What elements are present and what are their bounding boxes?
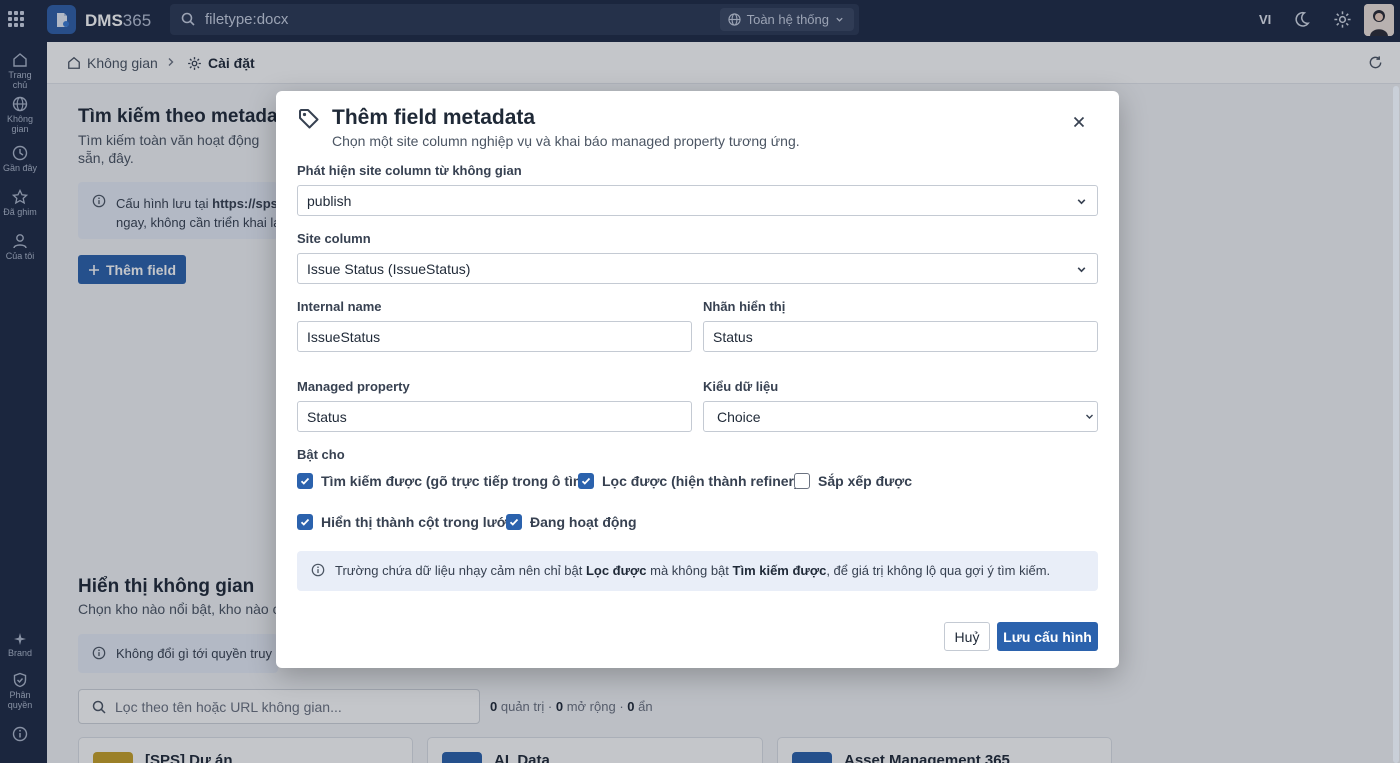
checkbox-label: Đang hoạt động (530, 514, 637, 530)
note-bold-refinable: Lọc được (585, 563, 647, 578)
refinable-checkbox[interactable]: Lọc được (hiện thành refiner) (578, 473, 799, 489)
page-scrollbar[interactable] (1393, 86, 1399, 763)
checkbox-checked-icon (297, 514, 313, 530)
data-type-label: Kiểu dữ liệu (703, 379, 779, 394)
display-label-field[interactable]: Status (703, 321, 1098, 352)
managed-property-field[interactable]: Status (297, 401, 692, 432)
display-label-value: Status (713, 329, 753, 345)
note-text: Trường chứa dữ liệu nhạy cảm nên chỉ bật (335, 563, 586, 578)
sensitive-data-note: Trường chứa dữ liệu nhạy cảm nên chỉ bật… (297, 551, 1098, 591)
cancel-button[interactable]: Huỷ (944, 622, 990, 651)
add-field-dialog: Thêm field metadata Chọn một site column… (276, 91, 1119, 668)
discover-space-value: publish (307, 193, 352, 209)
discover-label: Phát hiện site column từ không gian (297, 163, 522, 178)
discover-space-select[interactable]: publish (297, 185, 1098, 216)
chevron-down-icon (1077, 267, 1086, 273)
note-bold-searchable: Tìm kiếm được (732, 563, 827, 578)
internal-name-label: Internal name (297, 299, 382, 314)
save-config-button[interactable]: Lưu cấu hình (997, 622, 1098, 651)
active-checkbox[interactable]: Đang hoạt động (506, 514, 637, 530)
tag-icon (299, 109, 319, 129)
checkbox-checked-icon (297, 473, 313, 489)
data-type-select[interactable]: Choice (703, 401, 1098, 432)
show-column-checkbox[interactable]: Hiển thị thành cột trong lưới (297, 514, 511, 530)
managed-property-label: Managed property (297, 379, 410, 394)
dialog-title: Thêm field metadata (332, 106, 536, 129)
checkbox-label: Lọc được (hiện thành refiner) (602, 473, 799, 489)
managed-property-value: Status (307, 409, 347, 425)
select-arrow-icon (1086, 414, 1093, 419)
site-column-select[interactable]: Issue Status (IssueStatus) (297, 253, 1098, 284)
checkbox-checked-icon (506, 514, 522, 530)
close-icon[interactable] (1073, 116, 1085, 128)
enable-for-label: Bật cho (297, 447, 345, 462)
checkbox-unchecked-icon (794, 473, 810, 489)
site-column-value: Issue Status (IssueStatus) (307, 261, 471, 277)
checkbox-label: Hiển thị thành cột trong lưới (321, 514, 511, 530)
checkbox-label: Sắp xếp được (818, 473, 913, 489)
note-text: mà không bật (646, 563, 733, 578)
internal-name-field[interactable]: IssueStatus (297, 321, 692, 352)
chevron-down-icon (1077, 199, 1086, 205)
checkbox-label: Tìm kiếm được (gõ trực tiếp trong ô tìm) (321, 473, 591, 489)
data-type-value: Choice (717, 409, 761, 425)
site-column-label: Site column (297, 231, 371, 246)
sortable-checkbox[interactable]: Sắp xếp được (794, 473, 912, 489)
checkbox-checked-icon (578, 473, 594, 489)
internal-name-value: IssueStatus (307, 329, 381, 345)
display-label-label: Nhãn hiển thị (703, 299, 786, 314)
dialog-subtitle: Chọn một site column nghiệp vụ và khai b… (332, 133, 800, 149)
info-icon (311, 563, 325, 577)
note-text: , để giá trị không lộ qua gợi ý tìm kiếm… (826, 563, 1051, 578)
searchable-checkbox[interactable]: Tìm kiếm được (gõ trực tiếp trong ô tìm) (297, 473, 590, 489)
